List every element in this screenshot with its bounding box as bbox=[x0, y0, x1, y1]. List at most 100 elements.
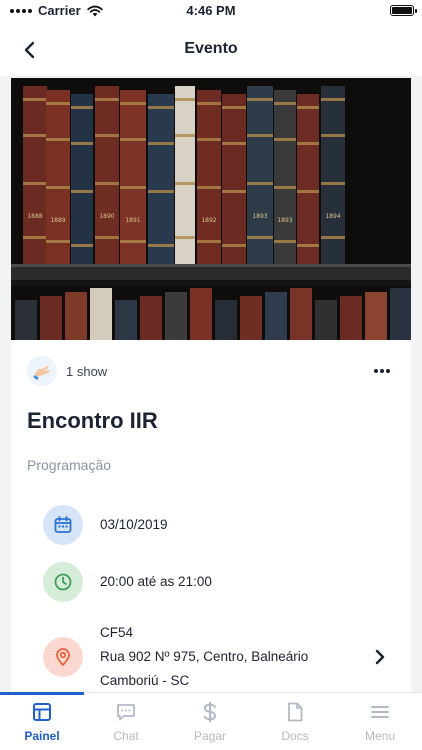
tab-label: Docs bbox=[281, 729, 309, 743]
tab-chat[interactable]: Chat bbox=[84, 693, 168, 750]
book-year-label: 1893 bbox=[252, 213, 267, 220]
book-spine bbox=[365, 292, 387, 340]
book-spine bbox=[40, 296, 62, 340]
book-band bbox=[148, 142, 174, 145]
tab-painel[interactable]: Painel bbox=[0, 693, 84, 750]
book-band bbox=[120, 240, 146, 243]
book-year-label: 1890 bbox=[99, 213, 114, 220]
book-band bbox=[95, 134, 119, 137]
hand-icon bbox=[33, 366, 50, 380]
book-band bbox=[46, 138, 70, 141]
page-title: Evento bbox=[184, 40, 238, 57]
book-band bbox=[321, 98, 345, 101]
book-band bbox=[175, 236, 195, 239]
more-horizontal-icon bbox=[374, 369, 390, 373]
book-spine bbox=[115, 300, 137, 340]
book-band bbox=[274, 186, 296, 189]
book-band bbox=[222, 106, 246, 109]
tab-bar: Painel Chat Pagar Docs Menu bbox=[0, 692, 422, 750]
show-count: 1 show bbox=[66, 363, 108, 379]
book-spine bbox=[274, 90, 296, 264]
book-spine bbox=[120, 90, 146, 264]
book-band bbox=[71, 106, 93, 109]
tab-docs[interactable]: Docs bbox=[253, 693, 337, 750]
time-row: 20:00 até as 21:00 bbox=[43, 562, 391, 602]
status-bar: Carrier 4:46 PM bbox=[0, 0, 422, 22]
clock-icon bbox=[54, 573, 72, 591]
location-row[interactable]: CF54 Rua 902 Nº 975, Centro, Balneário C… bbox=[43, 621, 391, 693]
tab-pagar[interactable]: Pagar bbox=[168, 693, 252, 750]
book-spine bbox=[315, 300, 337, 340]
status-time: 4:46 PM bbox=[186, 3, 236, 18]
layout-icon bbox=[33, 703, 51, 721]
book-band bbox=[175, 98, 195, 101]
location-pin-icon bbox=[56, 648, 70, 666]
date-icon-badge bbox=[43, 505, 83, 545]
book-band bbox=[71, 142, 93, 145]
book-band bbox=[148, 106, 174, 109]
book-spine bbox=[90, 288, 112, 340]
location-text: CF54 Rua 902 Nº 975, Centro, Balneário C… bbox=[100, 621, 308, 693]
book-spine bbox=[240, 296, 262, 340]
tab-menu[interactable]: Menu bbox=[338, 693, 422, 750]
book-spine bbox=[165, 292, 187, 340]
book-band bbox=[120, 102, 146, 105]
book-band bbox=[175, 182, 195, 185]
book-band bbox=[23, 134, 47, 137]
book-year-label: 1891 bbox=[125, 217, 140, 224]
book-band bbox=[71, 190, 93, 193]
book-band bbox=[197, 138, 221, 141]
document-icon bbox=[288, 702, 303, 722]
book-spine bbox=[140, 296, 162, 340]
book-band bbox=[247, 182, 273, 185]
book-band bbox=[321, 182, 345, 185]
location-chevron[interactable] bbox=[369, 646, 391, 668]
event-cover-image: 1888 1889 1890 1891 1892 1893 1893 1894 bbox=[11, 78, 411, 340]
book-band bbox=[297, 190, 319, 193]
book-band bbox=[23, 98, 47, 101]
book-spine bbox=[148, 94, 174, 264]
book-band bbox=[175, 134, 195, 137]
show-avatar bbox=[27, 356, 57, 386]
book-band bbox=[274, 102, 296, 105]
tab-label: Pagar bbox=[193, 729, 227, 743]
address-line-1: Rua 902 Nº 975, Centro, Balneário bbox=[100, 649, 309, 664]
event-date: 03/10/2019 bbox=[100, 517, 168, 532]
book-band bbox=[297, 106, 319, 109]
book-spine bbox=[297, 94, 319, 264]
bookshelf-image: 1888 1889 1890 1891 1892 1893 1893 1894 bbox=[11, 78, 411, 340]
menu-icon bbox=[371, 706, 389, 718]
event-time: 20:00 até as 21:00 bbox=[100, 574, 212, 589]
book-band bbox=[321, 134, 345, 137]
nav-bar: Evento bbox=[0, 22, 422, 76]
book-band bbox=[247, 134, 273, 137]
book-band bbox=[148, 244, 174, 247]
date-row: 03/10/2019 bbox=[43, 505, 391, 545]
book-band bbox=[95, 236, 119, 239]
book-band bbox=[120, 138, 146, 141]
book-spine bbox=[265, 292, 287, 340]
book-band bbox=[321, 236, 345, 239]
book-spine bbox=[65, 292, 87, 340]
location-icon-badge bbox=[43, 637, 83, 677]
dollar-icon bbox=[203, 701, 217, 723]
address-line-2: Camboriú - SC bbox=[100, 673, 190, 688]
book-band bbox=[222, 142, 246, 145]
book-year-label: 1889 bbox=[50, 217, 65, 224]
book-band bbox=[222, 190, 246, 193]
chat-icon bbox=[117, 704, 135, 721]
tab-label: Chat bbox=[113, 729, 139, 743]
book-spine bbox=[340, 296, 362, 340]
book-band bbox=[71, 244, 93, 247]
book-year-label: 1888 bbox=[27, 213, 42, 220]
book-band bbox=[120, 186, 146, 189]
book-band bbox=[46, 186, 70, 189]
book-band bbox=[297, 244, 319, 247]
book-band bbox=[46, 102, 70, 105]
book-spine bbox=[215, 300, 237, 340]
more-options-button[interactable] bbox=[369, 358, 395, 384]
book-band bbox=[23, 236, 47, 239]
battery-icon bbox=[390, 5, 417, 16]
event-title: Encontro IIR bbox=[27, 408, 158, 433]
book-year-label: 1894 bbox=[325, 213, 340, 220]
